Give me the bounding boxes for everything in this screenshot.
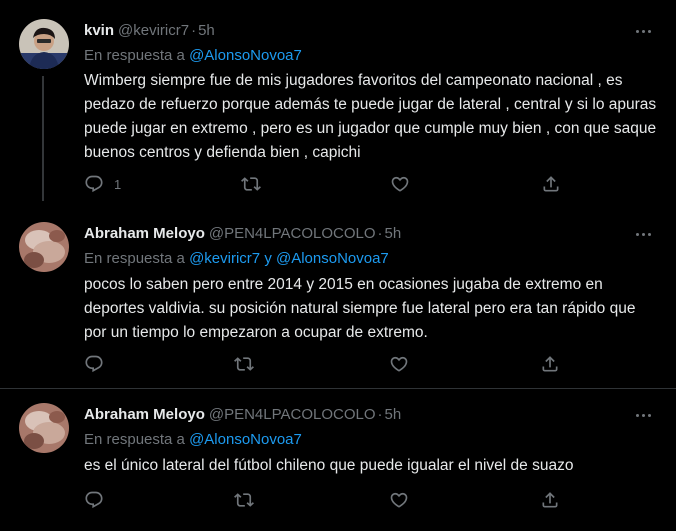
more-options-button[interactable] bbox=[632, 405, 654, 425]
reply-prefix: En respuesta a bbox=[84, 47, 185, 64]
like-button[interactable] bbox=[390, 172, 410, 196]
reply-icon bbox=[85, 175, 103, 193]
avatar-kvin-image bbox=[19, 19, 69, 69]
avatar-abraham[interactable] bbox=[19, 222, 69, 272]
reply-icon bbox=[85, 355, 103, 373]
reply-mention[interactable]: @keviricr7 y @AlonsoNovoa7 bbox=[189, 250, 389, 267]
like-button[interactable] bbox=[389, 488, 409, 512]
reply-to: En respuesta a @keviricr7 y @AlonsoNovoa… bbox=[84, 249, 389, 269]
more-options-button[interactable] bbox=[632, 224, 654, 244]
share-icon bbox=[542, 356, 558, 372]
tweet-header: Abraham Meloyo @PEN4LPACOLOCOLO · 5h bbox=[84, 224, 401, 244]
author-handle[interactable]: @PEN4LPACOLOCOLO bbox=[209, 406, 376, 423]
more-dot bbox=[635, 232, 639, 236]
share-button[interactable] bbox=[540, 488, 560, 512]
separator-dot: · bbox=[377, 406, 383, 423]
tweet-3[interactable]: Abraham Meloyo @PEN4LPACOLOCOLO · 5h En res… bbox=[0, 389, 676, 531]
retweet-icon bbox=[241, 177, 261, 191]
tweet-header: kvin @keviricr7 · 5h bbox=[84, 21, 215, 41]
retweet-button[interactable] bbox=[241, 172, 261, 196]
tweet-text: pocos lo saben pero entre 2014 y 2015 en… bbox=[84, 276, 636, 341]
tweet-header: Abraham Meloyo @PEN4LPACOLOCOLO · 5h bbox=[84, 405, 401, 425]
more-dot bbox=[647, 232, 651, 236]
reply-mention[interactable]: @AlonsoNovoa7 bbox=[189, 47, 302, 64]
heart-icon bbox=[390, 492, 408, 508]
avatar-abraham-image bbox=[19, 403, 69, 453]
tweet-2[interactable]: Abraham Meloyo @PEN4LPACOLOCOLO · 5h En res… bbox=[0, 206, 676, 389]
avatar-kvin[interactable] bbox=[19, 19, 69, 69]
author-handle[interactable]: @PEN4LPACOLOCOLO bbox=[209, 225, 376, 242]
more-dot bbox=[641, 29, 645, 33]
author-name[interactable]: Abraham Meloyo bbox=[84, 225, 205, 242]
heart-icon bbox=[391, 176, 409, 192]
reply-to: En respuesta a @AlonsoNovoa7 bbox=[84, 430, 302, 450]
tweet-1[interactable]: kvin @keviricr7 · 5h En respuesta a @Alonso… bbox=[0, 0, 676, 206]
reply-prefix: En respuesta a bbox=[84, 250, 185, 267]
author-handle[interactable]: @keviricr7 bbox=[118, 22, 189, 39]
author-name[interactable]: Abraham Meloyo bbox=[84, 406, 205, 423]
reply-button[interactable]: 1 bbox=[84, 172, 121, 196]
tweet-text: es el único lateral del fútbol chileno q… bbox=[84, 457, 574, 474]
more-dot bbox=[647, 29, 651, 33]
share-button[interactable] bbox=[540, 352, 560, 376]
separator-dot: · bbox=[191, 22, 197, 39]
thread-line bbox=[42, 76, 44, 201]
share-icon bbox=[543, 176, 559, 192]
reply-button[interactable] bbox=[84, 488, 114, 512]
like-button[interactable] bbox=[389, 352, 409, 376]
more-dot bbox=[647, 413, 651, 417]
more-dot bbox=[641, 232, 645, 236]
more-dot bbox=[641, 413, 645, 417]
more-dot bbox=[635, 413, 639, 417]
retweet-icon bbox=[234, 493, 254, 507]
more-dot bbox=[635, 29, 639, 33]
retweet-icon bbox=[234, 357, 254, 371]
share-icon bbox=[542, 492, 558, 508]
avatar-abraham[interactable] bbox=[19, 403, 69, 453]
more-options-button[interactable] bbox=[632, 21, 654, 41]
retweet-button[interactable] bbox=[234, 352, 254, 376]
reply-mention[interactable]: @AlonsoNovoa7 bbox=[189, 431, 302, 448]
timestamp[interactable]: 5h bbox=[385, 225, 402, 242]
heart-icon bbox=[390, 356, 408, 372]
avatar-abraham-image bbox=[19, 222, 69, 272]
reply-count: 1 bbox=[114, 176, 122, 192]
retweet-button[interactable] bbox=[234, 488, 254, 512]
reply-button[interactable] bbox=[84, 352, 114, 376]
timestamp[interactable]: 5h bbox=[385, 406, 402, 423]
share-button[interactable] bbox=[541, 172, 561, 196]
tweet-actions: 1 bbox=[84, 172, 559, 196]
tweet-actions bbox=[84, 352, 558, 376]
reply-icon bbox=[85, 491, 103, 509]
tweet-text: Wimberg siempre fue de mis jugadores fav… bbox=[84, 72, 657, 161]
timestamp[interactable]: 5h bbox=[198, 22, 215, 39]
author-name[interactable]: kvin bbox=[84, 22, 114, 39]
reply-prefix: En respuesta a bbox=[84, 431, 185, 448]
separator-dot: · bbox=[377, 225, 383, 242]
tweet-actions bbox=[84, 488, 558, 512]
reply-to: En respuesta a @AlonsoNovoa7 bbox=[84, 46, 302, 66]
